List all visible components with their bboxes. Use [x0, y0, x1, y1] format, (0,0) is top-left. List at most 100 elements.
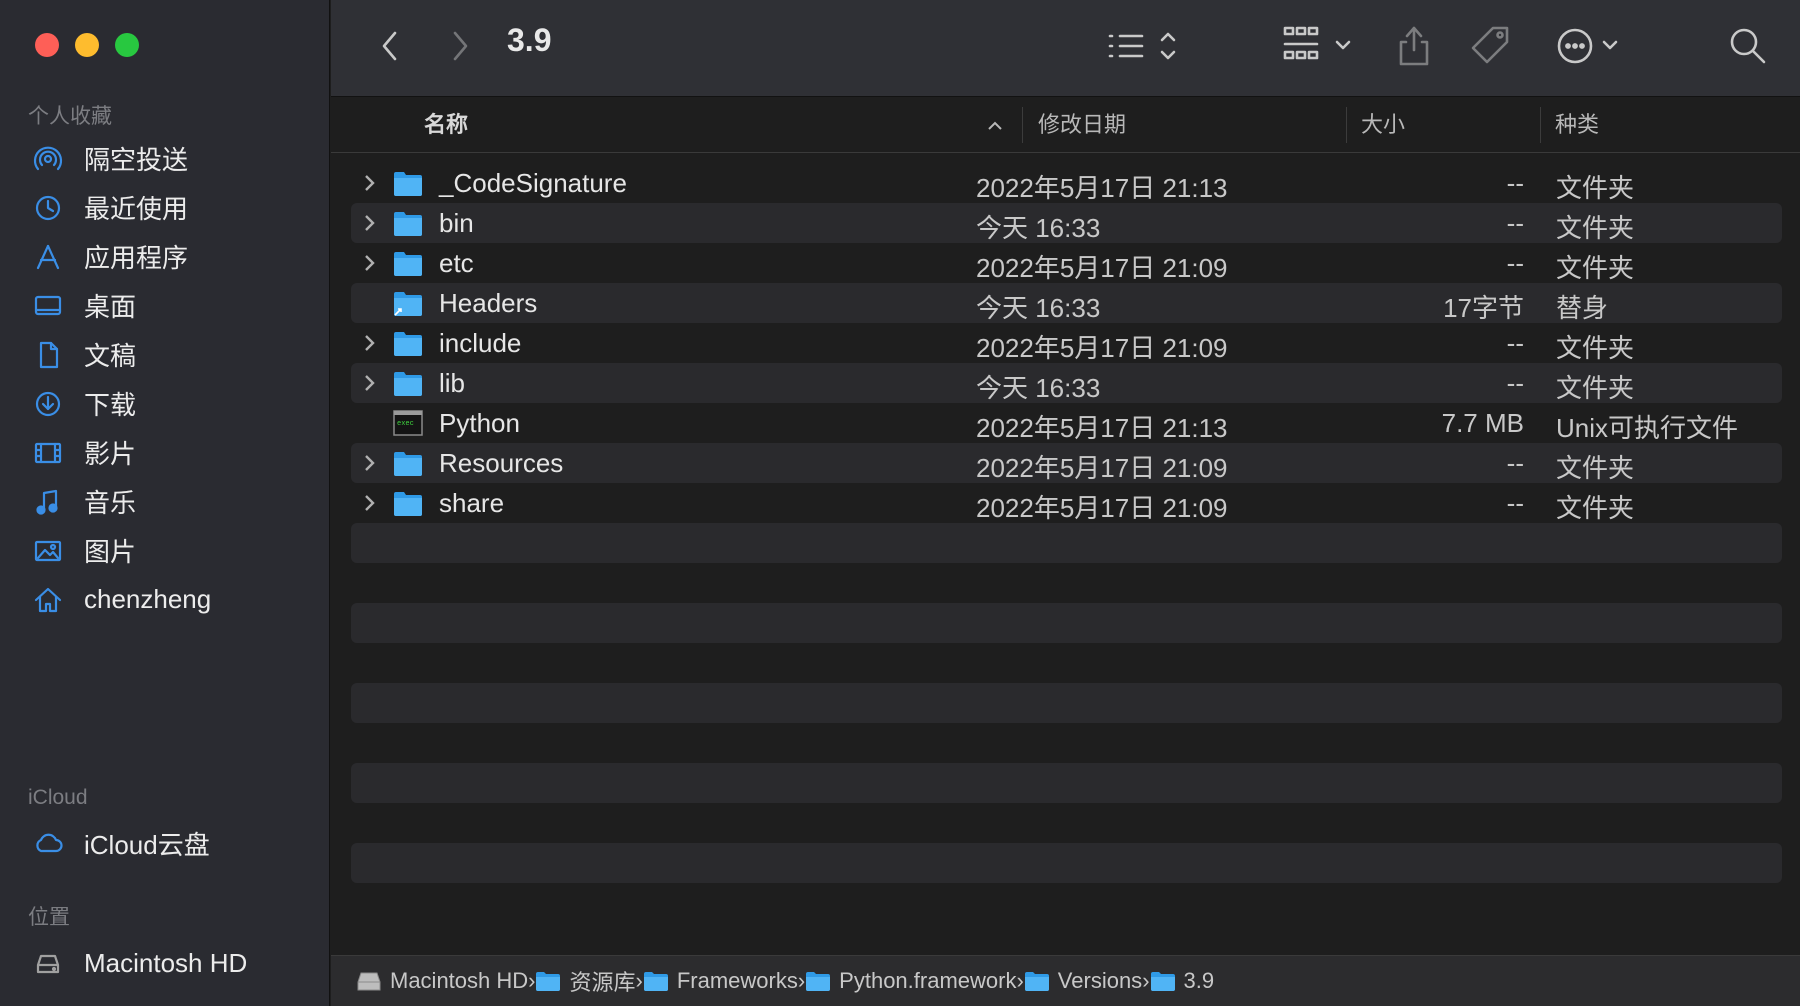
file-row[interactable]: etc 2022年5月17日 21:09 -- 文件夹 — [351, 243, 1782, 283]
path-separator-chevron-icon: › — [528, 968, 536, 993]
main-pane: 3.9 名称 修改日期 大小 种类 _CodeSignature 2022年5月… — [331, 0, 1800, 1006]
home-icon — [32, 584, 64, 616]
path-separator-chevron-icon: › — [1016, 968, 1024, 993]
empty-row — [351, 883, 1782, 923]
path-crumb[interactable]: 3.9 — [1150, 968, 1214, 994]
sidebar-item-label: 影片 — [84, 439, 137, 469]
search-button[interactable] — [1726, 24, 1770, 68]
back-button[interactable] — [375, 28, 405, 64]
file-row[interactable]: Resources 2022年5月17日 21:09 -- 文件夹 — [351, 443, 1782, 483]
empty-row — [351, 523, 1782, 563]
file-kind: 替身 — [1556, 293, 1609, 323]
file-row[interactable]: include 2022年5月17日 21:09 -- 文件夹 — [351, 323, 1782, 363]
close-window-button[interactable] — [35, 33, 59, 57]
search-icon — [1730, 28, 1766, 64]
file-row[interactable]: lib 今天 16:33 -- 文件夹 — [351, 363, 1782, 403]
sidebar-item-音乐[interactable]: 音乐 — [0, 477, 330, 526]
file-kind: 文件夹 — [1556, 213, 1635, 243]
disclosure-chevron-icon[interactable] — [359, 171, 379, 195]
sidebar-item-icloud云盘[interactable]: iCloud云盘 — [0, 815, 330, 871]
executable-file-icon: exec — [393, 409, 423, 437]
grid-group-icon — [1283, 26, 1351, 60]
empty-row — [351, 843, 1782, 883]
empty-row — [351, 683, 1782, 723]
tag-button[interactable] — [1469, 24, 1513, 68]
desktop-icon — [32, 290, 64, 322]
file-modified-date: 今天 16:33 — [976, 373, 1101, 403]
path-crumb[interactable]: Versions — [1024, 968, 1142, 994]
sidebar: 个人收藏 隔空投送最近使用应用程序桌面文稿 下载影片音乐图片 chenzheng i… — [0, 0, 330, 1006]
sidebar-item-桌面[interactable]: 桌面 — [0, 281, 330, 330]
path-separator-chevron-icon: › — [635, 968, 643, 993]
column-kind[interactable]: 种类 — [1555, 97, 1599, 153]
minimize-window-button[interactable] — [75, 33, 99, 57]
column-separator[interactable] — [1346, 107, 1347, 143]
sidebar-item-图片[interactable]: 图片 — [0, 526, 330, 575]
empty-row — [351, 563, 1782, 603]
clock-icon — [32, 192, 64, 224]
column-separator[interactable] — [1022, 107, 1023, 143]
more-actions-button[interactable] — [1556, 24, 1626, 68]
forward-button[interactable] — [445, 28, 475, 64]
view-mode-button[interactable] — [1106, 26, 1186, 66]
path-separator-chevron-icon: › — [1142, 968, 1150, 993]
column-size[interactable]: 大小 — [1361, 97, 1405, 153]
file-row[interactable]: share 2022年5月17日 21:09 -- 文件夹 — [351, 483, 1782, 523]
file-row[interactable]: Headers 今天 16:33 17字节 替身 — [351, 283, 1782, 323]
sidebar-item-macintosh-hd[interactable]: Macintosh HD — [0, 935, 330, 991]
share-icon — [1399, 26, 1429, 66]
sidebar-item-下载[interactable]: 下载 — [0, 379, 330, 428]
sidebar-item-label: 音乐 — [84, 488, 137, 518]
column-name[interactable]: 名称 — [424, 97, 468, 153]
path-crumb[interactable]: 资源库 — [535, 965, 636, 997]
path-crumb[interactable]: Python.framework — [805, 968, 1016, 994]
column-separator[interactable] — [1540, 107, 1541, 143]
sidebar-item-label: 隔空投送 — [84, 145, 189, 175]
sidebar-item-label: 桌面 — [84, 292, 137, 322]
disclosure-chevron-icon[interactable] — [359, 211, 379, 235]
disclosure-chevron-icon[interactable] — [359, 491, 379, 515]
file-size: -- — [1506, 168, 1524, 198]
sidebar-item-chenzheng[interactable]: chenzheng — [0, 575, 330, 624]
sidebar-item-隔空投送[interactable]: 隔空投送 — [0, 134, 330, 183]
path-crumb-label: Python.framework — [839, 968, 1017, 993]
favorites-header: 个人收藏 — [28, 105, 112, 128]
path-crumb[interactable]: Frameworks — [643, 968, 798, 994]
disclosure-chevron-icon[interactable] — [359, 331, 379, 355]
sidebar-item-应用程序[interactable]: 应用程序 — [0, 232, 330, 281]
file-row[interactable]: _CodeSignature 2022年5月17日 21:13 -- 文件夹 — [351, 163, 1782, 203]
tag-icon — [1471, 26, 1509, 64]
sidebar-item-label: iCloud云盘 — [84, 829, 210, 860]
disk-icon — [32, 947, 64, 979]
sidebar-item-label: 应用程序 — [84, 243, 189, 273]
sidebar-item-文稿[interactable]: 文稿 — [0, 330, 330, 379]
file-name: lib — [439, 368, 466, 398]
sort-ascending-icon[interactable] — [986, 97, 1006, 153]
sidebar-item-影片[interactable]: 影片 — [0, 428, 330, 477]
file-size: -- — [1506, 328, 1524, 358]
path-crumb-label: Versions — [1057, 968, 1143, 993]
airdrop-icon — [32, 143, 64, 175]
disclosure-chevron-icon[interactable] — [359, 251, 379, 275]
group-button[interactable] — [1281, 24, 1361, 66]
sidebar-item-label: 最近使用 — [84, 194, 189, 224]
file-size: 17字节 — [1443, 293, 1524, 323]
column-modified[interactable]: 修改日期 — [1038, 97, 1126, 153]
folder-icon — [643, 970, 669, 992]
locations-header: 位置 — [28, 906, 70, 929]
file-kind: 文件夹 — [1556, 453, 1635, 483]
file-size: -- — [1506, 208, 1524, 238]
path-crumb[interactable]: Macintosh HD — [356, 968, 528, 994]
file-size: -- — [1506, 488, 1524, 518]
file-name: include — [439, 328, 522, 358]
file-row[interactable]: bin 今天 16:33 -- 文件夹 — [351, 203, 1782, 243]
share-button[interactable] — [1394, 22, 1434, 68]
sidebar-item-最近使用[interactable]: 最近使用 — [0, 183, 330, 232]
photo-icon — [32, 535, 64, 567]
disclosure-chevron-icon[interactable] — [359, 451, 379, 475]
file-row[interactable]: exec Python 2022年5月17日 21:13 7.7 MB Unix可执行文… — [351, 403, 1782, 443]
file-kind: 文件夹 — [1556, 173, 1635, 203]
list-view-icon — [1108, 32, 1176, 60]
disclosure-chevron-icon[interactable] — [359, 371, 379, 395]
zoom-window-button[interactable] — [115, 33, 139, 57]
